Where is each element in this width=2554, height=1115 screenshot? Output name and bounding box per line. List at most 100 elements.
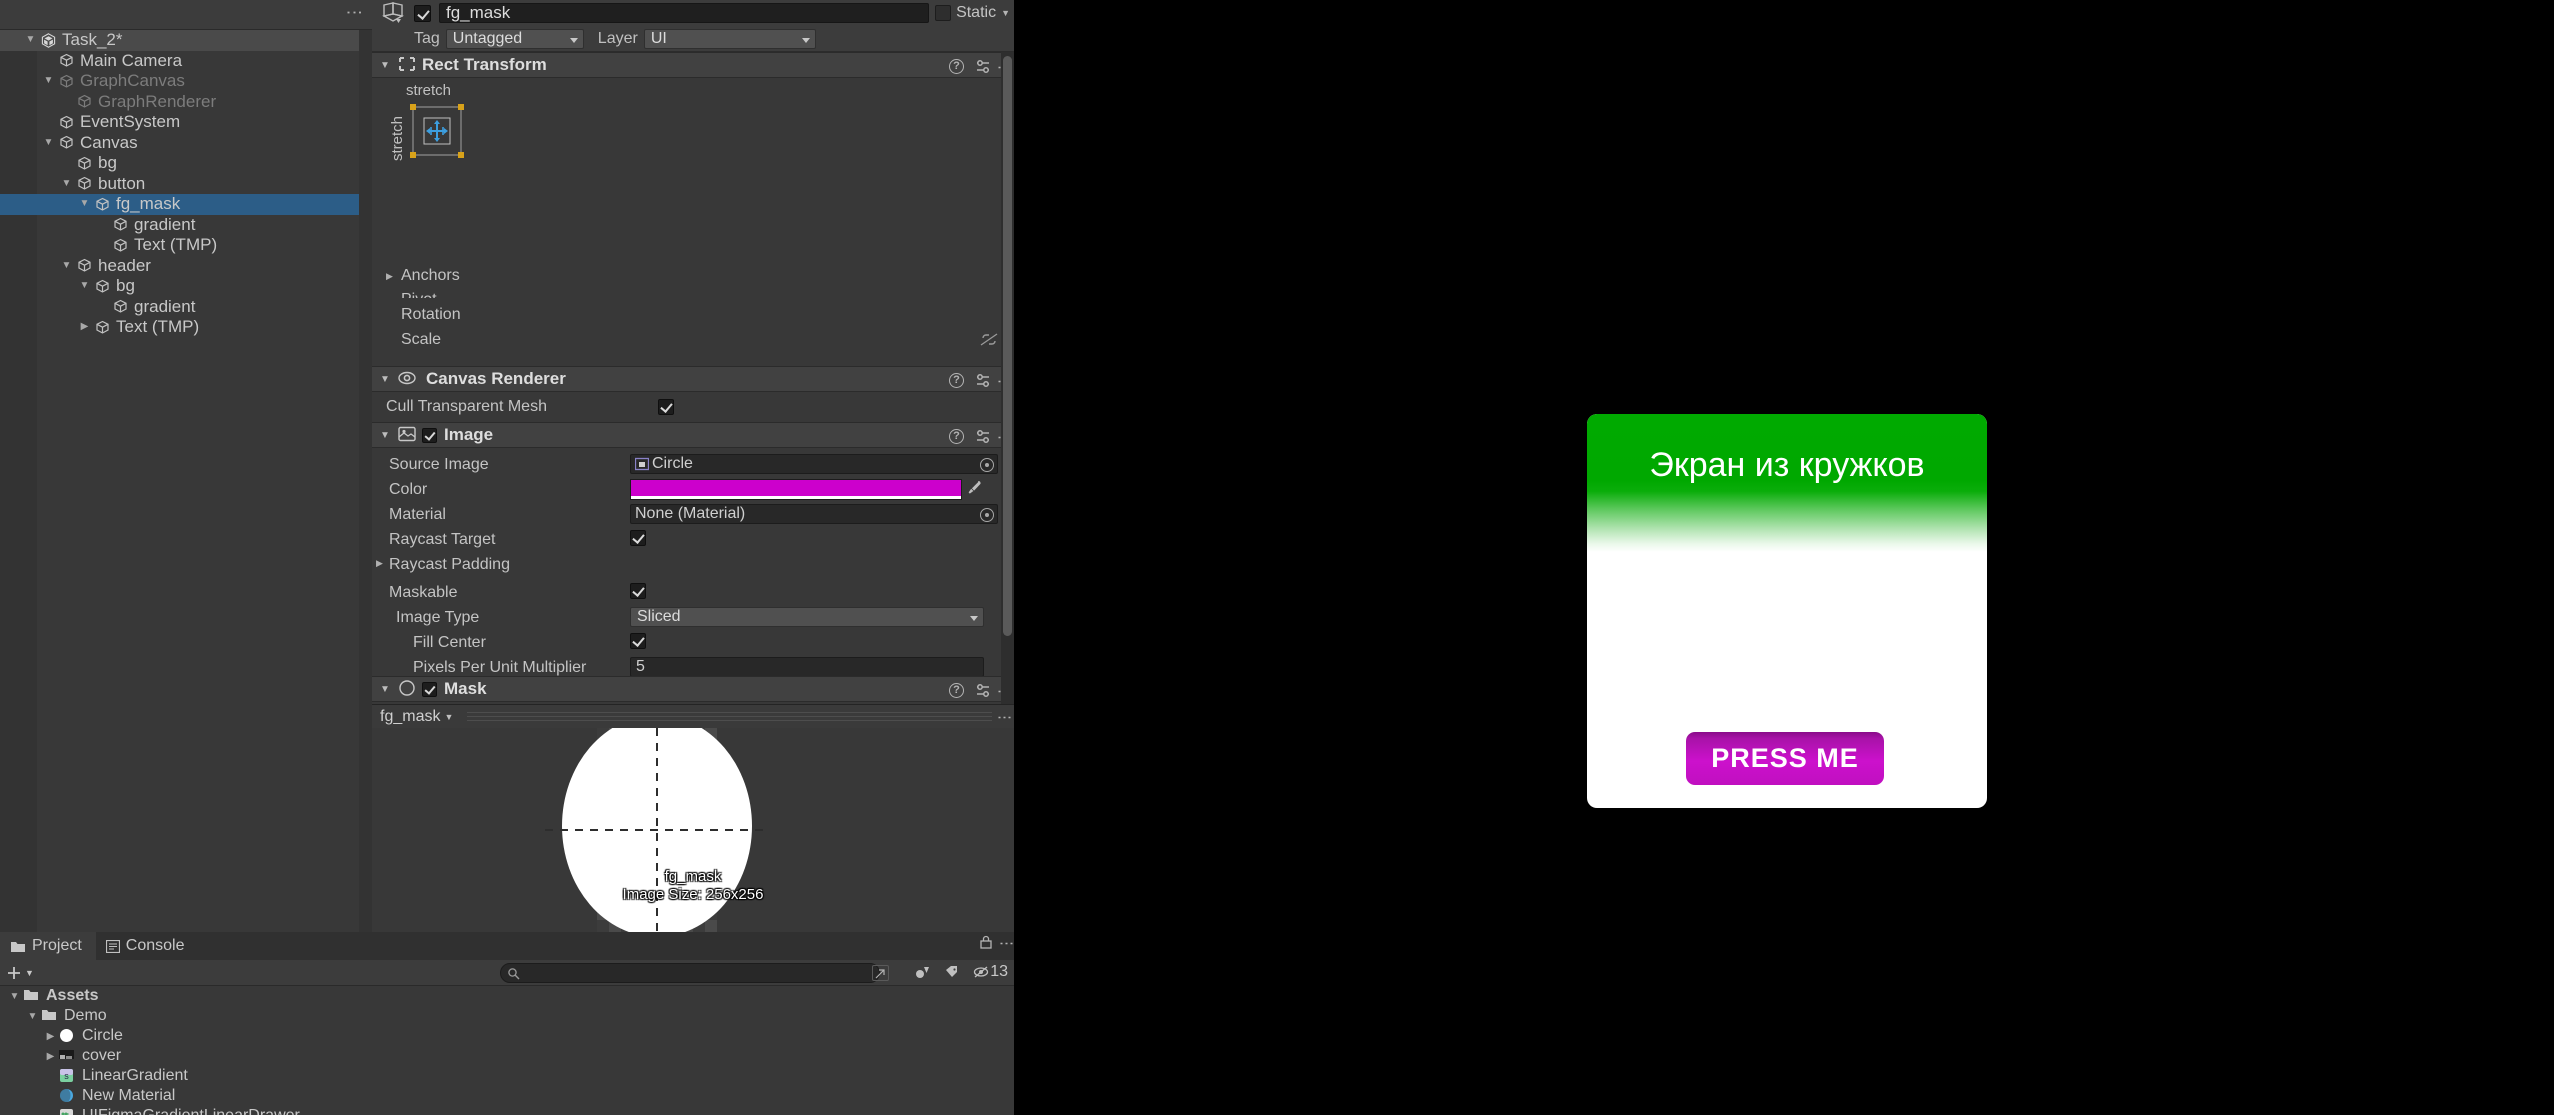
fill-center-checkbox[interactable] xyxy=(630,633,646,649)
source-image-field[interactable]: Circle xyxy=(630,454,998,474)
component-header-rect-transform[interactable]: ▼ Rect Transform ? ⋮ xyxy=(372,52,1014,78)
add-asset-button[interactable]: ▼ xyxy=(6,965,34,981)
gameobject-enabled-checkbox[interactable] xyxy=(414,4,431,22)
project-filter-icons[interactable]: 13 xyxy=(915,963,1008,981)
constrain-proportions-off-icon[interactable] xyxy=(980,332,998,347)
twisty-expanded-icon[interactable]: ▼ xyxy=(76,281,93,291)
preview-selector-chevron-icon[interactable]: ▼ xyxy=(444,712,453,722)
hierarchy-item-canvas[interactable]: ▼ Canvas xyxy=(0,133,372,154)
anchors-foldout-icon[interactable]: ▶ xyxy=(386,271,401,282)
gameobject-name-field[interactable]: fg_mask xyxy=(439,3,930,23)
layer-dropdown[interactable]: UI xyxy=(643,28,816,49)
static-checkbox[interactable] xyxy=(935,5,952,21)
inspector-scrollbar[interactable] xyxy=(1001,52,1014,722)
twisty-expanded-icon[interactable]: ▼ xyxy=(58,260,75,271)
hierarchy-toolbar[interactable]: ⋮ xyxy=(0,0,372,30)
twisty-expanded-icon[interactable]: ▼ xyxy=(22,35,39,45)
project-toolbar[interactable]: ▼ 13 xyxy=(0,960,1014,986)
anchor-preset-diagram[interactable] xyxy=(408,102,468,164)
static-toggle-group[interactable]: Static ▼ xyxy=(935,4,1010,22)
preview-object-selector[interactable]: fg_mask xyxy=(380,708,440,726)
hierarchy-item-header[interactable]: ▼ header xyxy=(0,256,372,277)
hierarchy-item-eventsystem[interactable]: EventSystem xyxy=(0,112,372,133)
hidden-count-icon[interactable] xyxy=(973,965,989,979)
project-tree-item-assets[interactable]: ▼ Assets xyxy=(0,986,1014,1006)
hierarchy-item-bg[interactable]: bg xyxy=(0,153,372,174)
press-me-button[interactable]: PRESS ME xyxy=(1686,732,1884,785)
image-type-dropdown[interactable]: Sliced xyxy=(630,607,984,627)
hierarchy-item-graphrenderer[interactable]: GraphRenderer xyxy=(0,92,372,113)
project-tab-bar[interactable]: Project Console ⋮ xyxy=(0,932,1015,960)
eyedropper-icon[interactable] xyxy=(966,479,982,497)
twisty-expanded-icon[interactable]: ▼ xyxy=(40,137,57,148)
rect-transform-foldout-icon[interactable]: ▼ xyxy=(380,60,396,71)
component-header-image[interactable]: ▼ Image ? ⋮ xyxy=(372,422,1014,448)
twisty-expanded-icon[interactable]: ▼ xyxy=(6,991,23,1002)
static-chevron-down-icon[interactable]: ▼ xyxy=(1001,8,1010,18)
tab-console[interactable]: Console xyxy=(96,932,199,960)
image-help-icon[interactable]: ? xyxy=(949,428,964,444)
twisty-collapsed-icon[interactable]: ▶ xyxy=(42,1051,59,1062)
preview-kebab-icon[interactable]: ⋮ xyxy=(996,710,1013,723)
maskable-checkbox[interactable] xyxy=(630,583,646,599)
hierarchy-scrollbar[interactable] xyxy=(359,30,372,932)
twisty-expanded-icon[interactable]: ▼ xyxy=(24,1011,41,1022)
image-preset-icon[interactable] xyxy=(975,429,991,444)
twisty-expanded-icon[interactable]: ▼ xyxy=(58,178,75,189)
project-tree-item-lineargradient[interactable]: s LinearGradient xyxy=(0,1066,1014,1086)
twisty-collapsed-icon[interactable]: ▶ xyxy=(76,322,93,332)
hierarchy-item-gradient[interactable]: gradient xyxy=(0,297,372,318)
lock-icon[interactable] xyxy=(979,935,993,949)
source-image-picker-icon[interactable] xyxy=(980,458,994,472)
project-tree-item-new-material[interactable]: New Material xyxy=(0,1086,1014,1106)
preview-toolbar[interactable]: fg_mask ▼ ⋮ xyxy=(372,704,1014,728)
mask-foldout-icon[interactable]: ▼ xyxy=(380,684,396,695)
inspector-scrollbar-thumb[interactable] xyxy=(1003,56,1012,636)
material-field[interactable]: None (Material) xyxy=(630,504,998,524)
hierarchy-item-fg-mask[interactable]: ▼ fg_mask xyxy=(0,194,372,215)
image-foldout-icon[interactable]: ▼ xyxy=(380,430,396,441)
mask-enabled-checkbox[interactable] xyxy=(422,681,437,697)
filter-label-icon[interactable] xyxy=(945,965,959,979)
project-panel[interactable]: Project Console ⋮ ▼ 13 ▼ Assets ▼ Demo ▶… xyxy=(0,932,1015,1115)
mask-help-icon[interactable]: ? xyxy=(949,682,964,698)
raycast-target-checkbox[interactable] xyxy=(630,530,646,546)
rect-transform-preset-icon[interactable] xyxy=(975,59,991,74)
rect-transform-help-icon[interactable]: ? xyxy=(949,58,964,74)
cull-transparent-mesh-checkbox[interactable] xyxy=(658,399,674,415)
project-asset-tree[interactable]: ▼ Assets ▼ Demo ▶ Circle ▶ cover s LinearGradient… xyxy=(0,986,1014,1115)
project-search-input[interactable] xyxy=(520,965,879,981)
add-asset-chevron-icon[interactable]: ▼ xyxy=(25,968,34,978)
game-view[interactable]: Экран из кружков PRESS ME xyxy=(1014,0,2554,1115)
component-header-canvas-renderer[interactable]: ▼ Canvas Renderer ? ⋮ xyxy=(372,366,1014,392)
project-tab-tools[interactable]: ⋮ xyxy=(979,935,1015,949)
hierarchy-item-graphcanvas[interactable]: ▼ GraphCanvas xyxy=(0,71,372,92)
hierarchy-item-gradient[interactable]: gradient xyxy=(0,215,372,236)
mask-preset-icon[interactable] xyxy=(975,683,991,698)
twisty-expanded-icon[interactable]: ▼ xyxy=(76,199,93,209)
twisty-expanded-icon[interactable]: ▼ xyxy=(40,76,57,86)
anchors-foldout-row[interactable]: ▶ Anchors xyxy=(372,263,1014,289)
project-tree-item-demo[interactable]: ▼ Demo xyxy=(0,1006,1014,1026)
project-tree-item-circle[interactable]: ▶ Circle xyxy=(0,1026,1014,1046)
hierarchy-item-main-camera[interactable]: Main Camera xyxy=(0,51,372,72)
hierarchy-item-bg[interactable]: ▼ bg xyxy=(0,276,372,297)
canvas-renderer-foldout-icon[interactable]: ▼ xyxy=(380,374,396,385)
inspector-panel[interactable]: fg_mask Static ▼ Tag Untagged Layer UI ▼ xyxy=(372,0,1014,932)
hierarchy-tree[interactable]: ▼ Task_2* Main Camera ▼ GraphCanvas GraphRend… xyxy=(0,30,372,338)
image-enabled-checkbox[interactable] xyxy=(422,427,437,443)
material-picker-icon[interactable] xyxy=(980,508,994,522)
project-search-field[interactable] xyxy=(500,963,880,983)
tag-dropdown[interactable]: Untagged xyxy=(445,28,584,49)
hierarchy-kebab-icon[interactable]: ⋮ xyxy=(344,4,364,21)
project-kebab-icon[interactable]: ⋮ xyxy=(998,936,1015,949)
pixels-per-unit-field[interactable]: 5 xyxy=(630,657,984,677)
tab-project[interactable]: Project xyxy=(0,932,96,960)
canvas-renderer-preset-icon[interactable] xyxy=(975,373,991,388)
project-search-expand-button[interactable] xyxy=(872,965,889,981)
hierarchy-item-task-2[interactable]: ▼ Task_2* xyxy=(0,30,372,51)
color-swatch-field[interactable] xyxy=(630,479,962,500)
hierarchy-item-text-tmp[interactable]: ▶ Text (TMP) xyxy=(0,317,372,338)
hierarchy-item-text-tmp[interactable]: Text (TMP) xyxy=(0,235,372,256)
hierarchy-item-button[interactable]: ▼ button xyxy=(0,174,372,195)
